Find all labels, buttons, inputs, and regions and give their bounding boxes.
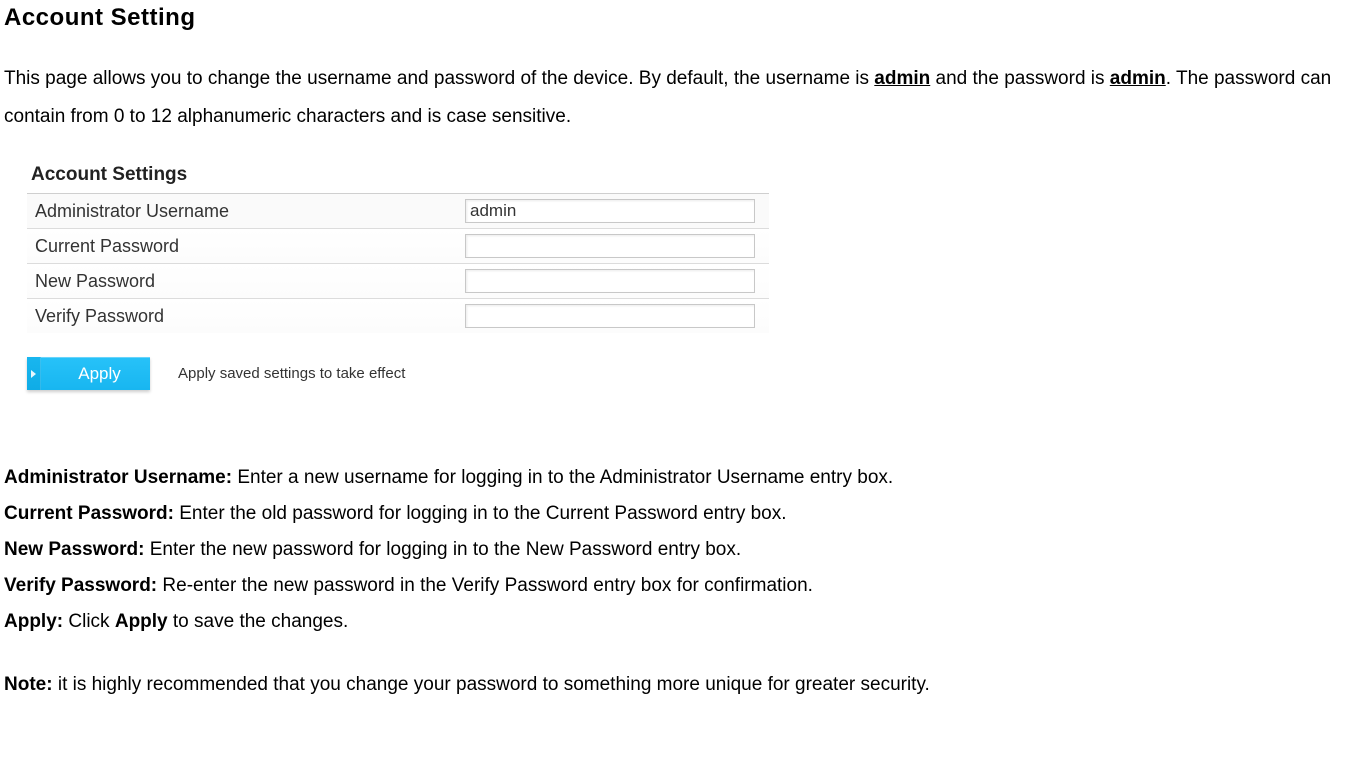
intro-text-2: and the password is (930, 68, 1110, 89)
page-heading: Account Setting (4, 4, 1360, 32)
def-current-password-desc: Enter the old password for logging in to… (174, 503, 787, 524)
admin-username-input[interactable] (465, 199, 755, 223)
new-password-input[interactable] (465, 269, 755, 293)
verify-password-input[interactable] (465, 304, 755, 328)
def-verify-password-desc: Re-enter the new password in the Verify … (157, 575, 813, 596)
panel-title: Account Settings (27, 160, 769, 193)
intro-text-1: This page allows you to change the usern… (4, 68, 874, 89)
row-current-password: Current Password (27, 229, 769, 264)
intro-bold-password: admin (1110, 68, 1166, 89)
row-verify-password: Verify Password (27, 299, 769, 334)
def-admin-username-term: Administrator Username: (4, 467, 232, 488)
def-apply-bold: Apply (115, 611, 168, 632)
note-term: Note: (4, 674, 53, 695)
intro-paragraph: This page allows you to change the usern… (4, 60, 1360, 136)
def-apply-term: Apply: (4, 611, 63, 632)
def-current-password: Current Password: Enter the old password… (4, 496, 1360, 532)
label-current-password: Current Password (27, 229, 457, 264)
def-new-password-desc: Enter the new password for logging in to… (144, 539, 741, 560)
def-apply-pre: Click (63, 611, 115, 632)
def-apply: Apply: Click Apply to save the changes. (4, 604, 1360, 640)
apply-description: Apply saved settings to take effect (178, 365, 405, 382)
def-verify-password: Verify Password: Re-enter the new passwo… (4, 568, 1360, 604)
def-current-password-term: Current Password: (4, 503, 174, 524)
field-definitions: Administrator Username: Enter a new user… (4, 460, 1360, 640)
current-password-input[interactable] (465, 234, 755, 258)
label-admin-username: Administrator Username (27, 194, 457, 229)
def-apply-post: to save the changes. (168, 611, 349, 632)
label-new-password: New Password (27, 264, 457, 299)
note-paragraph: Note: it is highly recommended that you … (4, 674, 1360, 696)
apply-button[interactable]: Apply (27, 357, 150, 390)
def-admin-username-desc: Enter a new username for logging in to t… (232, 467, 893, 488)
note-desc: it is highly recommended that you change… (53, 674, 930, 695)
settings-table: Administrator Username Current Password … (27, 193, 769, 333)
apply-button-label: Apply (78, 364, 121, 383)
account-settings-panel: Account Settings Administrator Username … (27, 160, 769, 390)
intro-bold-username: admin (874, 68, 930, 89)
def-admin-username: Administrator Username: Enter a new user… (4, 460, 1360, 496)
def-new-password: New Password: Enter the new password for… (4, 532, 1360, 568)
apply-row: Apply Apply saved settings to take effec… (27, 357, 769, 390)
def-new-password-term: New Password: (4, 539, 144, 560)
row-new-password: New Password (27, 264, 769, 299)
row-admin-username: Administrator Username (27, 194, 769, 229)
def-verify-password-term: Verify Password: (4, 575, 157, 596)
label-verify-password: Verify Password (27, 299, 457, 334)
